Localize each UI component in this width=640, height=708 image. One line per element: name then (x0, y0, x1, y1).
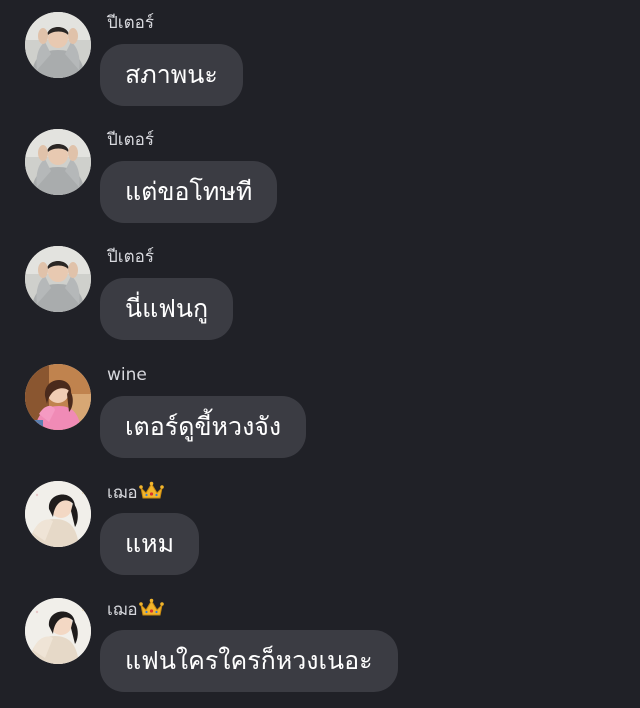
message-bubble[interactable]: แต่ขอโทษที (100, 161, 278, 223)
message-bubble[interactable]: สภาพนะ (100, 44, 243, 106)
chat-message: เฌอ แหม (0, 481, 640, 591)
sender-name: wine (107, 364, 147, 386)
message-text: แหม (125, 529, 175, 558)
hoodie-boy-avatar-icon (25, 12, 91, 78)
sender-name: ปีเตอร์ (107, 246, 154, 268)
message-bubble[interactable]: นี่แฟนกู (100, 278, 234, 340)
chat-thread: ปีเตอร์ สภาพนะ ปีเตอร์ แต่ขอโทษที ปีเตอร… (0, 0, 640, 705)
message-text: นี่แฟนกู (125, 294, 209, 323)
sender-name-text: ปีเตอร์ (107, 247, 154, 267)
message-text: แฟนใครใครก็หวงเนอะ (125, 646, 373, 675)
message-text: เตอร์ดูขี้หวงจัง (125, 412, 282, 441)
message-bubble[interactable]: แหม (100, 513, 200, 575)
avatar[interactable] (25, 364, 91, 430)
sender-name: ปีเตอร์ (107, 12, 154, 34)
message-bubble[interactable]: เตอร์ดูขี้หวงจัง (100, 396, 307, 458)
crown-icon (138, 598, 164, 624)
chat-message: ปีเตอร์ สภาพนะ (0, 12, 640, 122)
avatar[interactable] (25, 598, 91, 664)
sweater-girl-avatar-icon (25, 481, 91, 547)
message-text: สภาพนะ (125, 60, 218, 89)
message-text: แต่ขอโทษที (125, 177, 253, 206)
sweater-girl-avatar-icon (25, 598, 91, 664)
message-bubble[interactable]: แฟนใครใครก็หวงเนอะ (100, 630, 398, 692)
chat-message: wine เตอร์ดูขี้หวงจัง (0, 364, 640, 474)
chat-message: ปีเตอร์ แต่ขอโทษที (0, 129, 640, 239)
hoodie-boy-avatar-icon (25, 246, 91, 312)
sender-name-text: ปีเตอร์ (107, 130, 154, 150)
sender-name: ปีเตอร์ (107, 129, 154, 151)
sender-name-text: ปีเตอร์ (107, 13, 154, 33)
sender-name: เฌอ (107, 598, 164, 620)
sender-name-text: เฌอ (107, 600, 138, 620)
avatar[interactable] (25, 246, 91, 312)
chat-message: ปีเตอร์ นี่แฟนกู (0, 246, 640, 356)
crown-icon (138, 481, 164, 507)
avatar[interactable] (25, 129, 91, 195)
sender-name-text: เฌอ (107, 483, 138, 503)
pink-shirt-girl-avatar-icon (25, 364, 91, 430)
chat-message: เฌอ แฟนใครใครก็หวงเนอะ (0, 598, 640, 708)
hoodie-boy-avatar-icon (25, 129, 91, 195)
sender-name: เฌอ (107, 481, 164, 503)
avatar[interactable] (25, 481, 91, 547)
sender-name-text: wine (107, 365, 147, 385)
avatar[interactable] (25, 12, 91, 78)
